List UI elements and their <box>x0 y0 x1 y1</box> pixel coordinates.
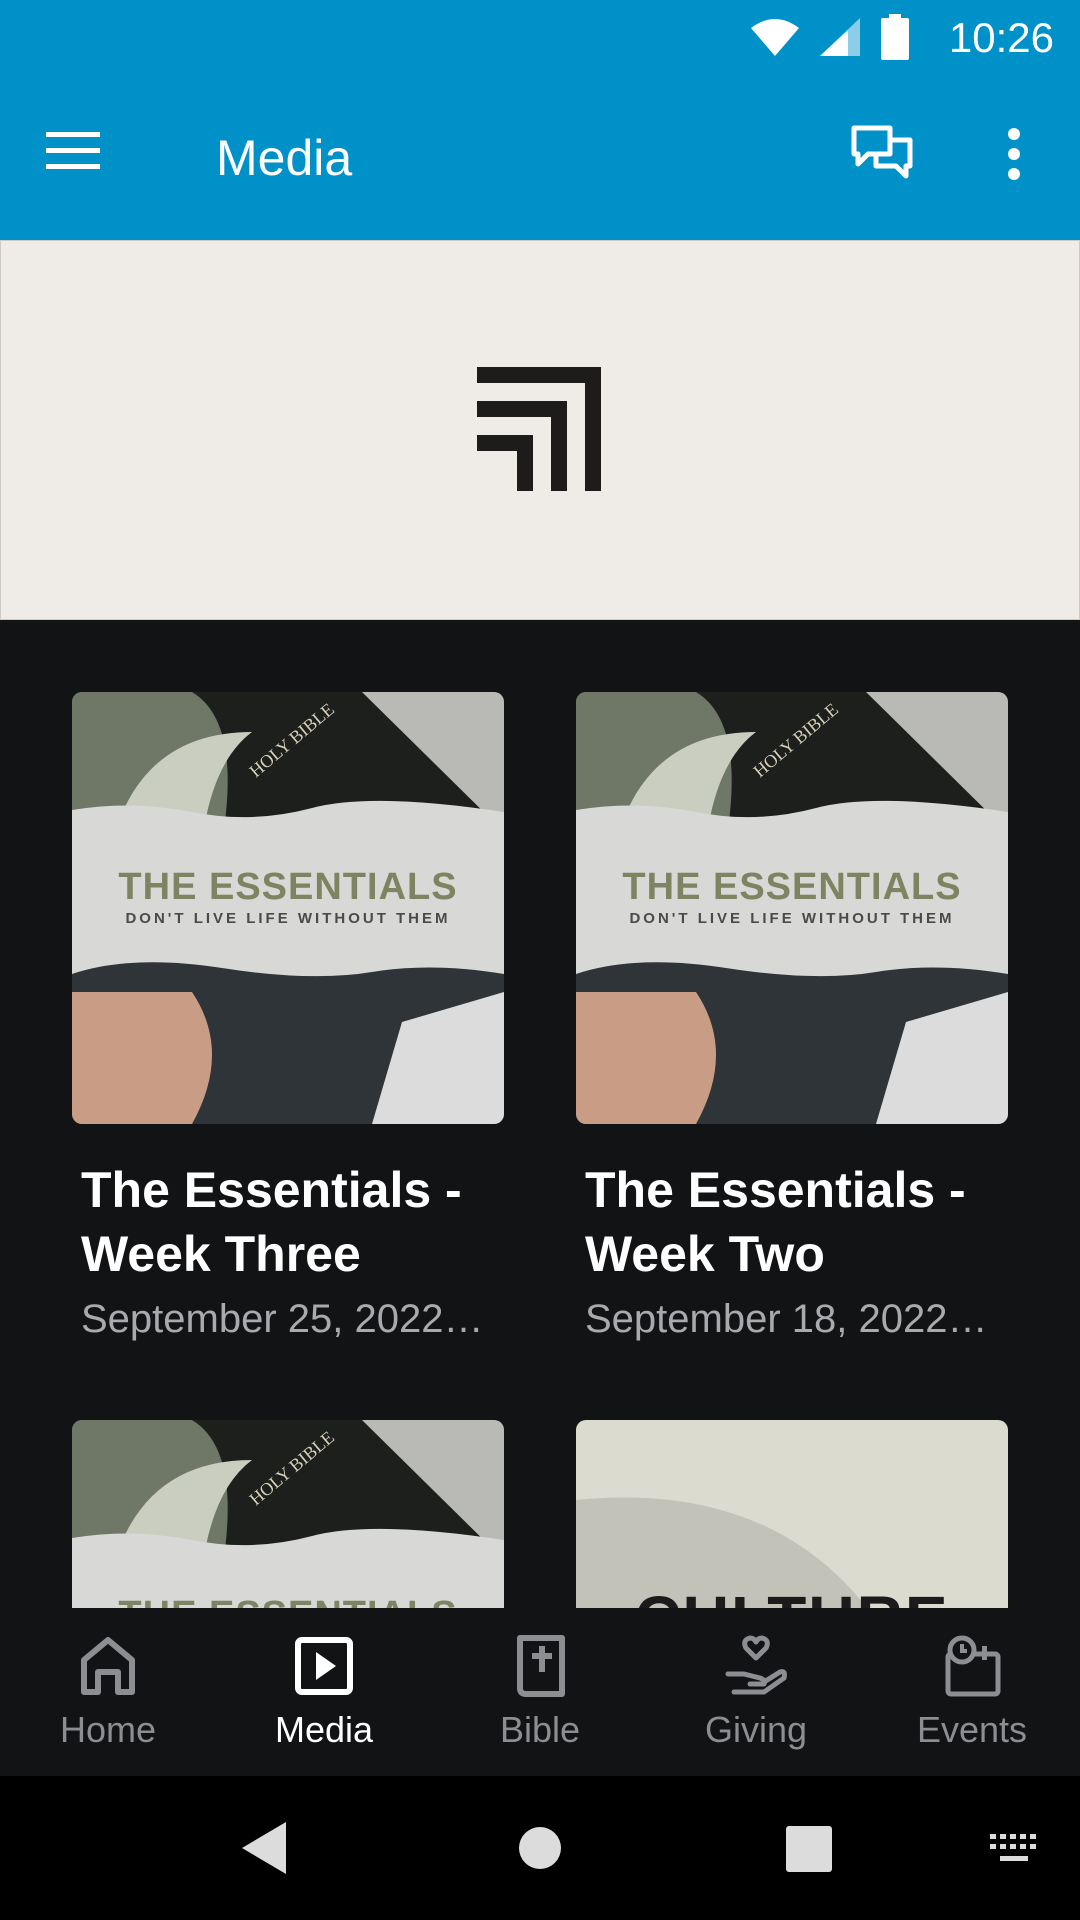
thumbnail-art <box>72 1420 504 1608</box>
thumb-subheading: DON'T LIVE LIFE WITHOUT THEM <box>125 910 451 927</box>
media-title: The Essentials - Week Two <box>585 1162 966 1282</box>
status-time: 10:26 <box>948 14 1054 61</box>
nav-label: Giving <box>704 1709 808 1750</box>
nav-label: Media <box>274 1709 374 1750</box>
nav-label: Home <box>59 1709 157 1750</box>
home-icon <box>81 1637 135 1695</box>
media-thumbnail: HOLY BIBLE THE ESSENTIALS DON'T LIVE LIF… <box>576 692 1008 1124</box>
nav-label: Bible <box>499 1709 581 1750</box>
thumb-heading: THE ESSENTIALS <box>118 866 458 908</box>
media-thumbnail: CULTURE <box>576 1420 1008 1608</box>
keyboard-icon[interactable] <box>988 1832 1040 1866</box>
media-card[interactable]: CULTURE <box>576 1420 1008 1608</box>
nav-item-giving[interactable]: Giving <box>648 1608 864 1776</box>
hamburger-icon <box>46 132 100 169</box>
media-title: The Essentials - Week Three <box>81 1162 462 1282</box>
status-icons <box>750 14 910 60</box>
chat-button[interactable] <box>850 124 926 192</box>
media-date: September 18, 2022… <box>585 1297 988 1341</box>
chat-icon <box>851 125 913 179</box>
media-thumbnail: HOLY BIBLE THE ESSENTIALS DON'T LIVE LIF… <box>72 692 504 1124</box>
more-options-button[interactable] <box>994 124 1034 192</box>
nav-label: Events <box>916 1709 1028 1750</box>
home-button-icon[interactable] <box>518 1826 562 1870</box>
page-title: Media <box>216 130 353 186</box>
thumbnail-art <box>576 1420 1008 1608</box>
media-date: September 25, 2022… <box>81 1297 484 1341</box>
church-logo <box>477 367 601 491</box>
events-icon <box>945 1635 1001 1697</box>
nav-item-events[interactable]: Events <box>864 1608 1080 1776</box>
media-grid: HOLY BIBLE THE ESSENTIALS DON'T LIVE LIF… <box>0 620 1080 1608</box>
app-bar: Media <box>0 76 1080 240</box>
church-banner <box>0 240 1080 620</box>
media-card[interactable]: HOLY BIBLE THE ESSENTIALS DON'T LIVE LIF… <box>72 692 504 1346</box>
media-thumbnail: HOLY BIBLE THE ESSENTIALS <box>72 1420 504 1608</box>
media-card[interactable]: HOLY BIBLE THE ESSENTIALS <box>72 1420 504 1608</box>
media-card[interactable]: HOLY BIBLE THE ESSENTIALS DON'T LIVE LIF… <box>576 692 1008 1346</box>
menu-button[interactable] <box>44 128 124 188</box>
more-vert-icon <box>1008 128 1020 180</box>
back-icon[interactable] <box>240 1820 290 1876</box>
nav-item-media[interactable]: Media <box>216 1608 432 1776</box>
giving-icon <box>725 1635 787 1695</box>
thumb-heading: THE ESSENTIALS <box>622 866 962 908</box>
nav-item-home[interactable]: Home <box>0 1608 216 1776</box>
thumb-subheading: DON'T LIVE LIFE WITHOUT THEM <box>629 910 955 927</box>
play-icon <box>295 1637 353 1695</box>
recents-icon[interactable] <box>786 1826 832 1872</box>
nav-item-bible[interactable]: Bible <box>432 1608 648 1776</box>
bottom-navigation: Home Media Bible Giving Events <box>0 1608 1080 1776</box>
thumb-heading: CULTURE <box>576 1582 1008 1608</box>
signal-icon <box>820 18 860 56</box>
battery-icon <box>881 14 909 60</box>
thumb-heading: THE ESSENTIALS <box>72 1594 504 1608</box>
status-bar: 10:26 <box>0 0 1080 76</box>
bible-icon <box>517 1635 565 1697</box>
wifi-icon <box>751 19 799 56</box>
system-navigation-bar <box>0 1776 1080 1920</box>
